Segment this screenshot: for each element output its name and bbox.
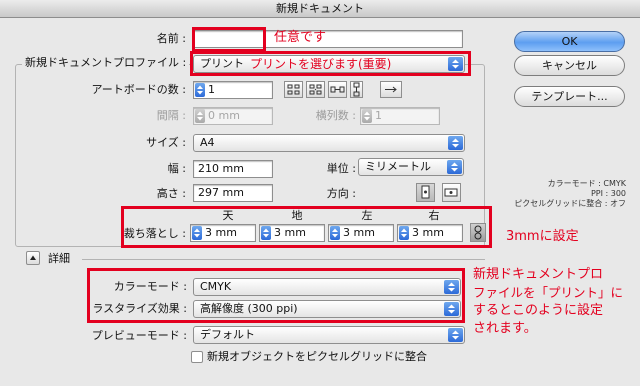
advanced-label: 詳細 (48, 252, 70, 265)
name-label: 名前 : (156, 32, 186, 45)
stepper-icon[interactable] (399, 226, 409, 240)
bleed-header-bottom: 地 (291, 209, 303, 222)
grid-by-row-icon[interactable] (284, 81, 303, 98)
bleed-annotation: 3mmに設定 (506, 229, 579, 244)
stepper-icon[interactable] (261, 226, 271, 240)
columns-input: 1 (360, 107, 440, 125)
templates-button[interactable]: テンプレート... (514, 86, 625, 107)
ok-button[interactable]: OK (514, 31, 625, 52)
name-highlight (192, 27, 266, 52)
units-select[interactable]: ミリメートル (358, 158, 464, 176)
raster-effects-select[interactable]: 高解像度 (300 ppi) (193, 300, 461, 318)
units-label: 単位 : (326, 162, 356, 175)
orientation-label: 方向 : (326, 187, 356, 200)
profile-note-line-4: されます。 (473, 321, 537, 336)
color-mode-label: カラーモード : (113, 280, 187, 293)
grid-by-column-icon[interactable] (306, 81, 325, 98)
bleed-label: 裁ち落とし : (123, 227, 186, 240)
collapse-toggle-icon[interactable] (26, 251, 40, 265)
height-label: 高さ : (156, 187, 186, 200)
cancel-button[interactable]: キャンセル (514, 55, 625, 76)
columns-label: 横列数 : (315, 109, 356, 122)
stepper-icon[interactable] (330, 226, 340, 240)
profile-note-line-3: するとこのように設定 (473, 303, 604, 318)
size-label: サイズ : (146, 136, 186, 149)
select-arrows-icon (444, 280, 459, 294)
arrange-by-column-icon[interactable] (350, 81, 363, 98)
name-annotation: 任意です (274, 30, 327, 45)
size-select[interactable]: A4 (193, 134, 465, 152)
select-arrows-icon (448, 328, 463, 342)
align-pixel-grid-label: 新規オブジェクトをピクセルグリッドに整合 (207, 350, 427, 363)
profile-group-label: 新規ドキュメントプロファイル : (22, 56, 190, 70)
artboard-count-input[interactable]: 1 (193, 81, 273, 99)
width-input[interactable]: 210 mm (193, 160, 273, 178)
bleed-header-top: 天 (222, 209, 234, 222)
height-input[interactable]: 297 mm (193, 184, 273, 202)
landscape-orientation-icon[interactable] (442, 183, 461, 202)
stepper-icon[interactable] (195, 83, 205, 97)
color-mode-select[interactable]: CMYK (193, 278, 461, 296)
link-icon[interactable] (470, 223, 486, 242)
preview-mode-select[interactable]: デフォルト (193, 326, 465, 344)
info-ppi: PPI : 300 (590, 189, 626, 198)
bleed-header-right: 右 (428, 209, 440, 222)
layout-direction-icon[interactable] (380, 81, 402, 98)
align-pixel-grid-checkbox[interactable] (191, 351, 203, 363)
stepper-icon (362, 109, 372, 123)
profile-annotation: プリントを選びます(重要) (250, 57, 392, 71)
bleed-right-input[interactable]: 3 mm (397, 224, 463, 242)
bleed-left-input[interactable]: 3 mm (328, 224, 394, 242)
profile-note-line-1: 新規ドキュメントプロ (473, 267, 604, 282)
select-arrows-icon (447, 160, 462, 174)
raster-effects-label: ラスタライズ効果 : (92, 302, 187, 315)
bleed-bottom-input[interactable]: 3 mm (259, 224, 325, 242)
bleed-header-left: 左 (361, 209, 373, 222)
profile-note-line-2: ファイルを「プリント」に (473, 285, 624, 300)
stepper-icon[interactable] (192, 226, 202, 240)
stepper-icon (195, 109, 205, 123)
select-arrows-icon (444, 302, 459, 316)
artboard-count-label: アートボードの数 : (91, 83, 186, 96)
window-title: 新規ドキュメント (0, 0, 640, 18)
advanced-divider (82, 259, 485, 260)
width-label: 幅 : (167, 162, 186, 175)
arrange-by-row-icon[interactable] (328, 81, 347, 98)
bleed-top-input[interactable]: 3 mm (190, 224, 256, 242)
preview-mode-label: プレビューモード : (91, 329, 187, 342)
select-arrows-icon (448, 136, 463, 150)
info-color-mode: カラーモード : CMYK (547, 179, 626, 188)
spacing-label: 間隔 : (156, 109, 186, 122)
portrait-orientation-icon[interactable] (416, 183, 435, 202)
spacing-input: 0 mm (193, 107, 273, 125)
info-pixel-grid: ピクセルグリッドに整合 : オフ (514, 199, 626, 208)
